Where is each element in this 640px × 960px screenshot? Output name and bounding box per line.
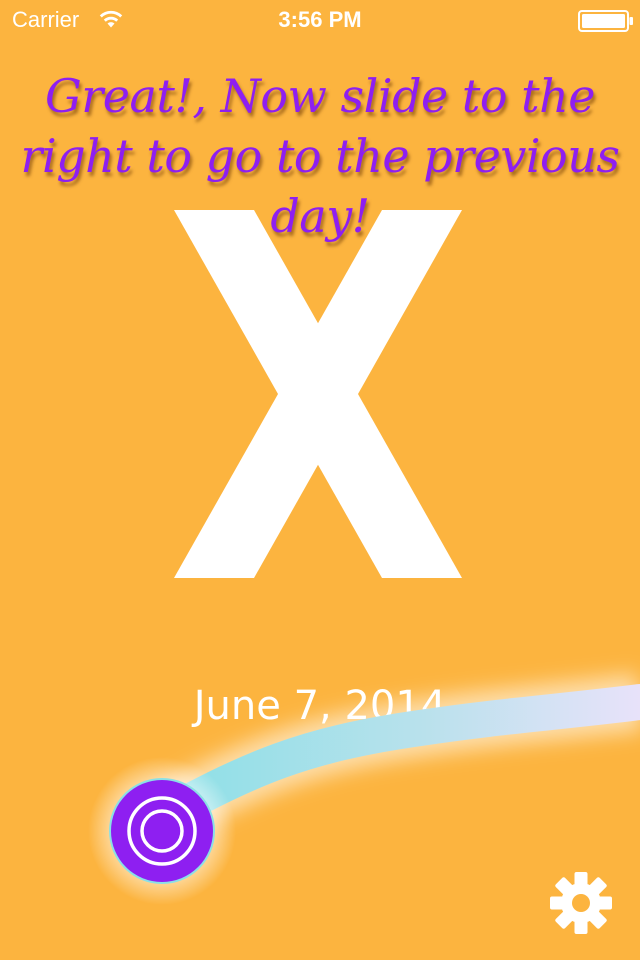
status-bar: Carrier 3:56 PM xyxy=(0,0,640,40)
date-label: June 7, 2014 xyxy=(193,683,447,729)
instruction-line-1: Great!, Now slide to the xyxy=(45,69,596,123)
slider-handle[interactable] xyxy=(90,758,236,904)
big-x-mark xyxy=(174,210,462,578)
instruction-line-2: right to go to the previous xyxy=(20,129,621,183)
battery-icon xyxy=(578,10,633,32)
status-time: 3:56 PM xyxy=(278,7,362,32)
gear-icon[interactable] xyxy=(548,870,614,936)
